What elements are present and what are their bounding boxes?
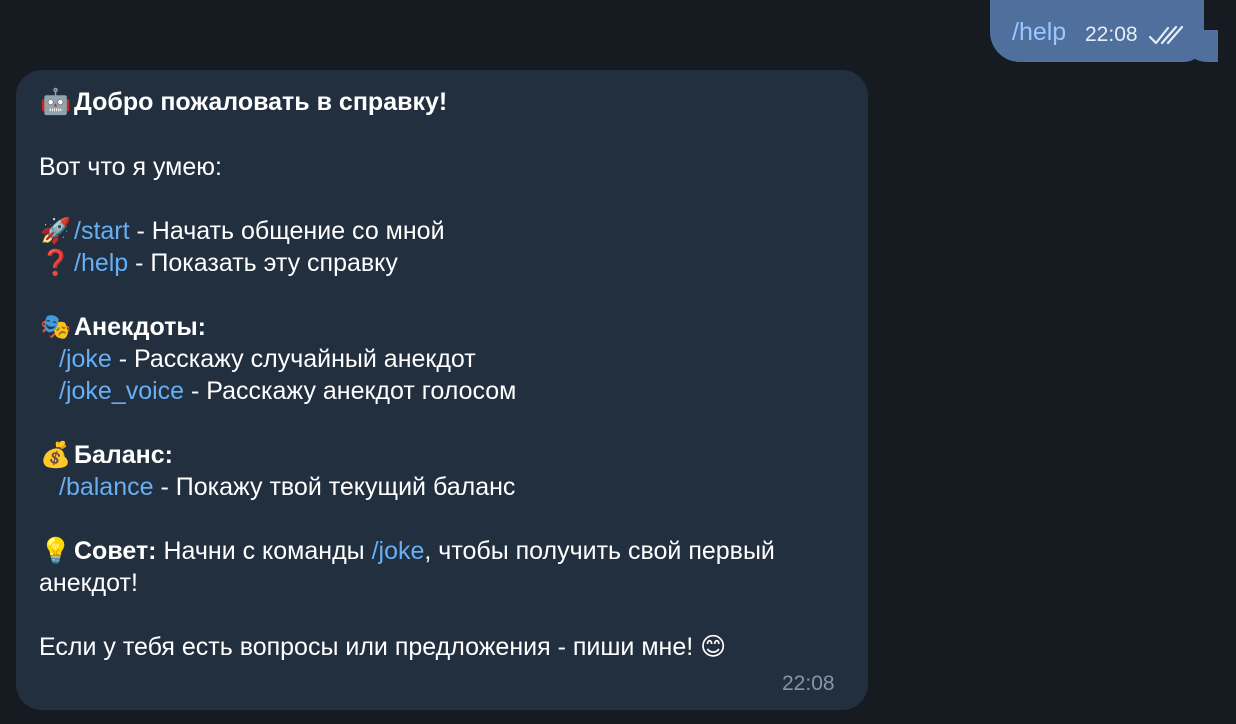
help-title: Добро пожаловать в справку!	[74, 88, 448, 116]
outgoing-message-time: 22:08	[1085, 23, 1138, 46]
balance-heading-line: 💰 Баланс:	[40, 439, 173, 471]
tip-text-after: , чтобы получить свой первый	[424, 537, 775, 565]
command-link-joke-tip[interactable]: /joke	[372, 537, 425, 565]
command-desc: - Показать эту справку	[128, 249, 398, 277]
outro-text: Если у тебя есть вопросы или предложения…	[39, 633, 701, 661]
outgoing-bubble-tail	[1192, 30, 1218, 62]
help-title-line: 🤖 Добро пожаловать в справку!	[40, 86, 447, 118]
command-link-joke[interactable]: /joke	[59, 345, 112, 373]
command-desc: - Расскажу анекдот голосом	[184, 377, 517, 405]
command-link-balance[interactable]: /balance	[59, 473, 154, 501]
tip-line: 💡 Совет: Начни с команды /joke, чтобы пол…	[40, 535, 775, 567]
smiling-face-icon: 😊	[700, 633, 727, 661]
command-link-joke-voice[interactable]: /joke_voice	[59, 377, 184, 405]
balance-heading: Баланс:	[74, 441, 173, 469]
outgoing-message-text[interactable]: /help	[1012, 17, 1066, 47]
money-bag-icon: 💰	[40, 441, 72, 469]
command-line-help: ❓/help - Показать эту справку	[40, 247, 398, 279]
command-desc: - Начать общение со мной	[129, 217, 445, 245]
tip-text-line2: анекдот!	[39, 569, 138, 597]
jokes-heading-line: 🎭 Анекдоты:	[40, 311, 206, 343]
command-desc: - Покажу твой текущий баланс	[153, 473, 516, 501]
command-desc: - Расскажу случайный анекдот	[111, 345, 476, 373]
incoming-message-time: 22:08	[782, 672, 835, 695]
light-bulb-icon: 💡	[40, 537, 72, 565]
intro-text: Вот что я умею:	[39, 153, 222, 181]
double-check-icon	[1148, 25, 1184, 45]
command-line-start: 🚀/start - Начать общение со мной	[40, 215, 445, 247]
incoming-message-bubble[interactable]: 🤖 Добро пожаловать в справку! Вот что я у…	[16, 70, 868, 710]
tip-label: Совет:	[74, 537, 157, 565]
theater-masks-icon: 🎭	[40, 313, 72, 341]
outro-line: Если у тебя есть вопросы или предложения…	[39, 631, 726, 663]
jokes-heading: Анекдоты:	[74, 313, 207, 341]
command-line-joke-voice: /joke_voice - Расскажу анекдот голосом	[59, 375, 516, 407]
question-mark-icon: ❓	[40, 249, 72, 277]
robot-icon: 🤖	[40, 88, 72, 116]
command-link-help[interactable]: /help	[74, 249, 128, 277]
command-line-balance: /balance - Покажу твой текущий баланс	[59, 471, 515, 503]
tip-text: Начни с команды	[156, 537, 372, 565]
rocket-icon: 🚀	[40, 217, 72, 245]
command-line-joke: /joke - Расскажу случайный анекдот	[59, 343, 476, 375]
command-link-start[interactable]: /start	[74, 217, 130, 245]
